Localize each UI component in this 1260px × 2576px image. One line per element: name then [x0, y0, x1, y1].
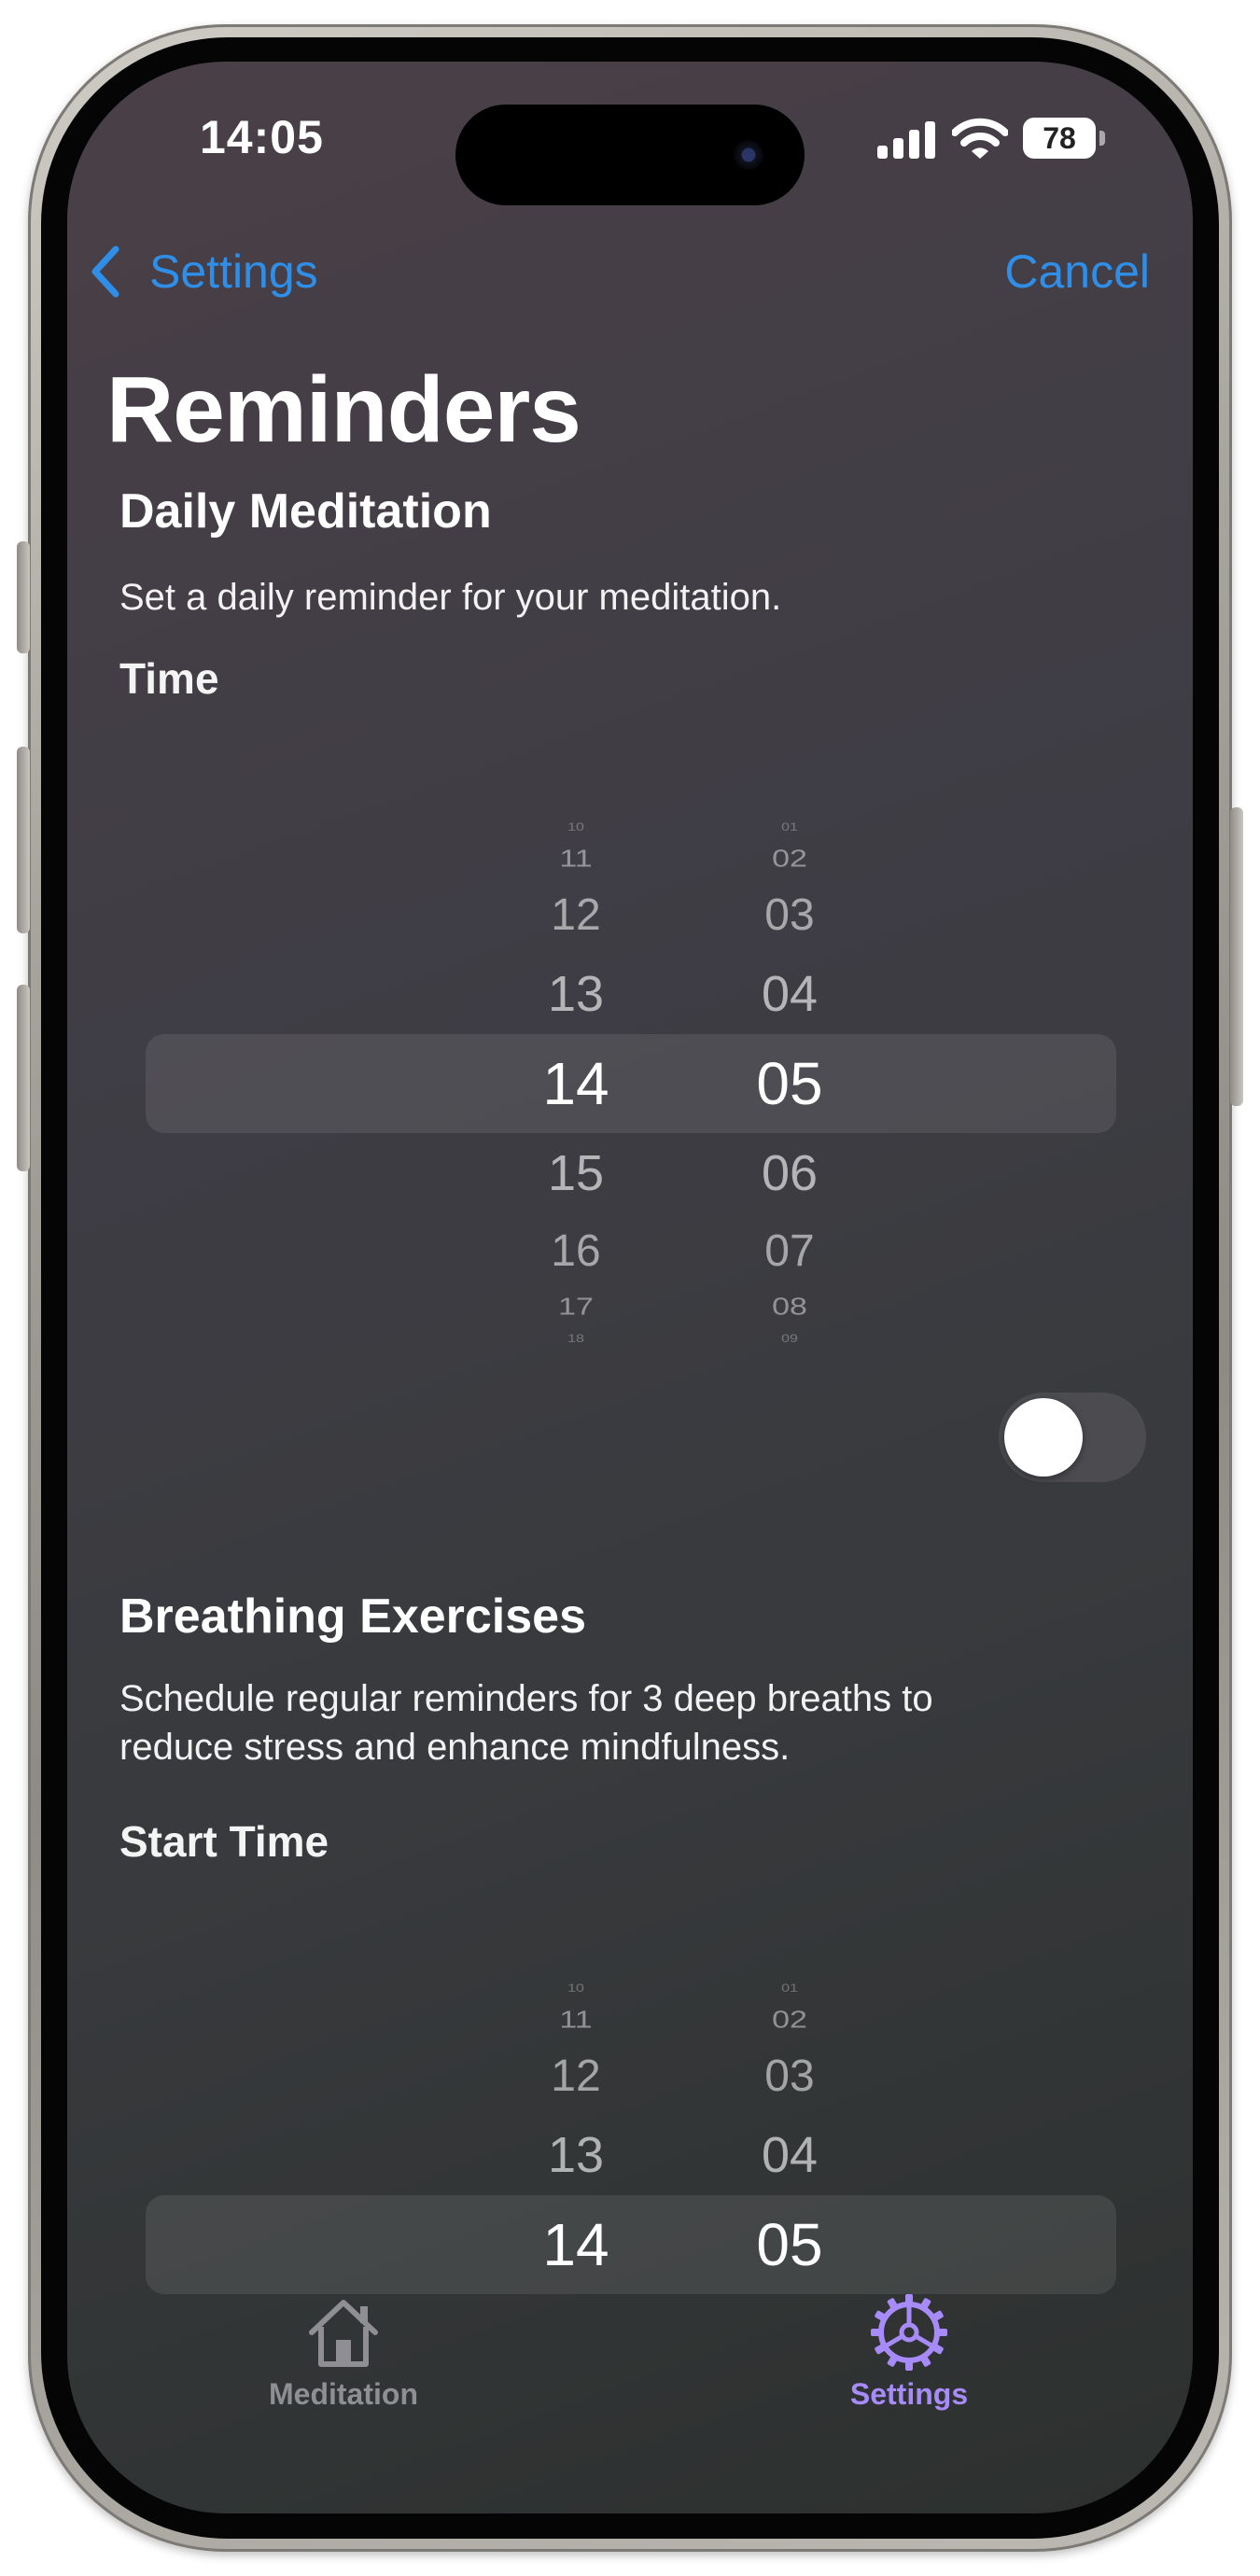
picker-value[interactable]: 10 — [501, 1982, 651, 1995]
picker-value[interactable]: 01 — [715, 821, 864, 834]
breathing-exercises-title: Breathing Exercises — [119, 1589, 587, 1644]
screen: 14:05 78 Settings Cancel Reminders Daily… — [67, 62, 1193, 2513]
page-title: Reminders — [106, 357, 581, 462]
picker-value[interactable]: 10 — [501, 821, 651, 834]
back-button[interactable]: Settings — [149, 245, 318, 299]
picker-value[interactable]: 15 — [501, 1144, 651, 1203]
gear-icon — [871, 2294, 947, 2371]
picker-value[interactable]: 07 — [715, 1225, 864, 1278]
picker-selected-value[interactable]: 05 — [715, 2210, 864, 2279]
start-time-label: Start Time — [119, 1817, 329, 1866]
start-time-picker[interactable]: 10 11 12 13 14 01 02 03 04 05 — [146, 1953, 1116, 2307]
camera-icon — [734, 140, 763, 170]
picker-value[interactable]: 01 — [715, 1982, 864, 1995]
volume-up-button — [17, 747, 30, 933]
tab-label: Settings — [849, 2377, 969, 2411]
tab-settings[interactable]: Settings — [788, 2291, 1030, 2412]
picker-value[interactable]: 11 — [501, 846, 651, 874]
cancel-button[interactable]: Cancel — [1004, 245, 1150, 299]
picker-selected-value[interactable]: 14 — [501, 2210, 651, 2279]
picker-value[interactable]: 13 — [501, 965, 651, 1024]
picker-value[interactable]: 04 — [715, 965, 864, 1024]
breathing-exercises-description: Schedule regular reminders for 3 deep br… — [119, 1674, 1109, 1771]
picker-value[interactable]: 03 — [715, 2051, 864, 2103]
action-button — [17, 541, 30, 653]
picker-value[interactable]: 12 — [501, 2051, 651, 2103]
picker-value[interactable]: 11 — [501, 2007, 651, 2035]
daily-meditation-title: Daily Meditation — [119, 484, 492, 539]
daily-reminder-toggle[interactable] — [999, 1393, 1146, 1482]
cellular-signal-icon — [877, 121, 937, 159]
status-time: 14:05 — [200, 111, 324, 163]
picker-value[interactable]: 06 — [715, 1144, 864, 1203]
battery-tip — [1099, 131, 1105, 146]
house-icon — [309, 2300, 378, 2367]
daily-time-picker[interactable]: 10 11 12 13 14 15 16 17 18 01 02 03 04 05 06 07 08 09 — [146, 791, 1116, 1370]
picker-value[interactable]: 17 — [501, 1294, 651, 1322]
time-label: Time — [119, 654, 219, 703]
power-button — [1230, 807, 1243, 1106]
tab-label: Meditation — [269, 2377, 418, 2411]
picker-value[interactable]: 03 — [715, 889, 864, 942]
picker-value[interactable]: 16 — [501, 1225, 651, 1278]
volume-down-button — [17, 985, 30, 1171]
picker-value[interactable]: 13 — [501, 2126, 651, 2185]
chevron-left-icon[interactable] — [88, 245, 121, 299]
hour-wheel[interactable]: 10 11 12 13 14 15 16 17 18 — [501, 791, 651, 1370]
picker-value[interactable]: 04 — [715, 2126, 864, 2185]
wifi-icon — [952, 118, 1008, 159]
picker-value[interactable]: 18 — [501, 1333, 651, 1346]
picker-value[interactable]: 02 — [715, 2007, 864, 2035]
minute-wheel[interactable]: 01 02 03 04 05 06 07 08 09 — [715, 791, 864, 1370]
tab-meditation[interactable]: Meditation — [222, 2291, 465, 2412]
picker-selected-value[interactable]: 14 — [501, 1049, 651, 1118]
picker-value[interactable]: 02 — [715, 846, 864, 874]
picker-value[interactable]: 08 — [715, 1294, 864, 1322]
picker-selected-value[interactable]: 05 — [715, 1049, 864, 1118]
picker-value[interactable]: 09 — [715, 1333, 864, 1346]
hour-wheel[interactable]: 10 11 12 13 14 — [501, 1953, 651, 2307]
daily-meditation-description: Set a daily reminder for your meditation… — [119, 577, 782, 618]
description-line: Schedule regular reminders for 3 deep br… — [119, 1678, 933, 1719]
battery-icon: 78 — [1023, 118, 1096, 159]
picker-value[interactable]: 12 — [501, 889, 651, 942]
minute-wheel[interactable]: 01 02 03 04 05 — [715, 1953, 864, 2307]
toggle-knob — [1004, 1398, 1083, 1477]
dynamic-island — [455, 105, 805, 205]
description-line: reduce stress and enhance mindfulness. — [119, 1727, 791, 1768]
